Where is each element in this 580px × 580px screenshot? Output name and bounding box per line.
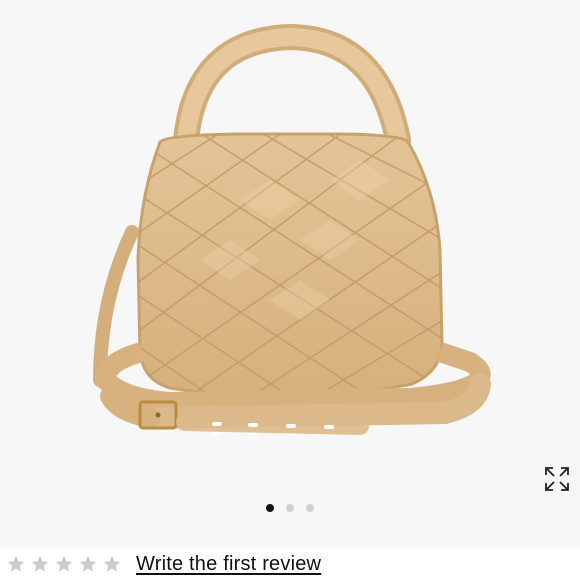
star-icon <box>7 555 25 572</box>
star-icon <box>79 555 97 572</box>
product-image[interactable] <box>0 0 580 520</box>
product-gallery <box>0 0 580 520</box>
carousel-indicators <box>0 503 580 513</box>
star-rating <box>0 554 122 574</box>
write-review-link[interactable]: Write the first review <box>136 553 321 576</box>
carousel-dot-1[interactable] <box>266 504 274 512</box>
star-icon <box>31 555 49 572</box>
carousel-dot-2[interactable] <box>286 504 294 512</box>
carousel-dot-3[interactable] <box>306 504 314 512</box>
expand-arrows-icon <box>545 467 569 491</box>
star-icon <box>55 555 73 572</box>
expand-image-button[interactable] <box>538 460 576 498</box>
reviews-row: Write the first review <box>0 548 580 580</box>
star-icon <box>103 555 121 572</box>
